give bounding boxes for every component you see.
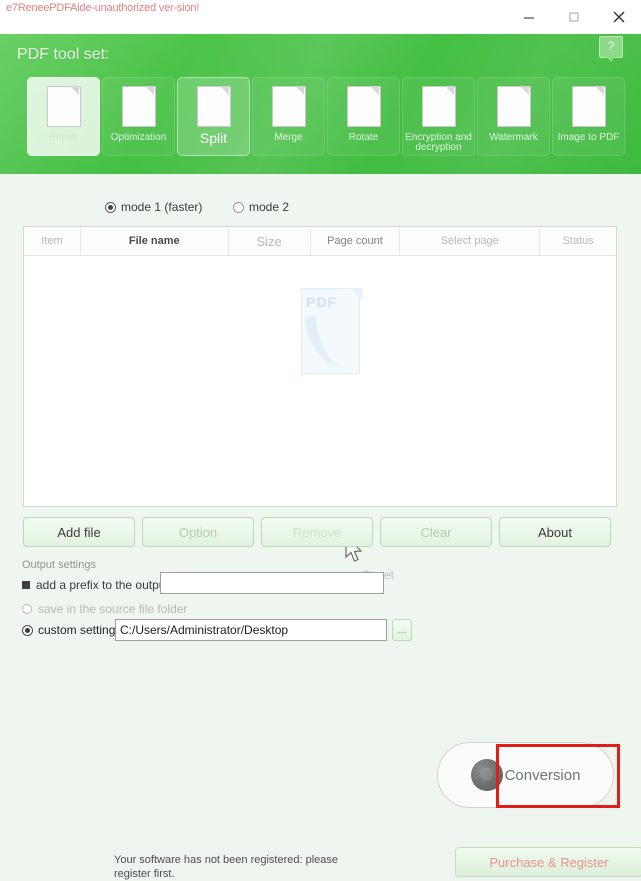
- help-icon[interactable]: ?: [599, 36, 623, 62]
- conversion-area: Conversion: [437, 742, 620, 808]
- tool-label: Optimization: [110, 132, 167, 143]
- tool-repair[interactable]: Repair: [27, 77, 100, 156]
- close-button[interactable]: [596, 0, 641, 34]
- tool-label: Image to PDF: [557, 132, 620, 143]
- checkbox-icon: [22, 581, 30, 589]
- radio-mode-2[interactable]: mode 2: [233, 200, 289, 214]
- save-in-source-folder-radio[interactable]: save in the source file folder: [22, 602, 187, 616]
- custom-settings-radio[interactable]: custom settings: [22, 623, 121, 637]
- tool-optimization[interactable]: Optimization: [102, 77, 175, 156]
- browse-folder-button[interactable]: ...: [392, 619, 412, 641]
- radio-label: mode 1 (faster): [121, 200, 203, 214]
- custom-settings-label: custom settings: [38, 623, 122, 637]
- tool-watermark[interactable]: Watermark: [477, 77, 550, 156]
- column-header-file-name[interactable]: File name: [81, 227, 229, 255]
- tool-label: Encryption and decryption: [405, 132, 472, 153]
- radio-dot-icon: [105, 201, 116, 213]
- clear-button[interactable]: Clear: [380, 517, 492, 547]
- tool-set: Repair Optimization Split Merge Rotate E…: [27, 77, 625, 156]
- repair-gear-icon: [43, 85, 85, 127]
- minimize-button[interactable]: [506, 0, 551, 34]
- lock-folder-icon: [418, 85, 460, 127]
- option-button[interactable]: Option: [142, 517, 254, 547]
- window-title: e7ReneePDFAide-unauthorized ver-sion!: [6, 2, 200, 14]
- conversion-label: Conversion: [504, 766, 581, 784]
- add-file-button[interactable]: Add file: [23, 517, 135, 547]
- tool-label: Merge: [274, 132, 303, 143]
- radio-mode-1[interactable]: mode 1 (faster): [105, 200, 202, 214]
- minimize-icon: [523, 17, 534, 19]
- radio-dot-icon: [22, 624, 33, 636]
- tool-encryption-decryption[interactable]: Encryption and decryption: [402, 77, 475, 156]
- title-bar: e7ReneePDFAide-unauthorized ver-sion!: [0, 0, 641, 35]
- source-folder-label: save in the source file folder: [38, 602, 188, 616]
- tool-label: Split: [199, 130, 228, 146]
- rotate-arrow-icon: P: [343, 85, 385, 127]
- file-list[interactable]: Item File name Size Page count Select pa…: [23, 226, 617, 507]
- page-title: PDF tool set:: [17, 46, 110, 63]
- scissors-document-icon: [193, 85, 235, 127]
- picture-frames-icon: [493, 85, 535, 127]
- empty-state-pdf-icon: PDF: [301, 288, 367, 376]
- purchase-register-button[interactable]: Purchase & Register: [455, 847, 641, 877]
- radio-dot-icon: [22, 604, 32, 614]
- output-settings-label: Output settings: [22, 559, 96, 571]
- tool-image-to-pdf[interactable]: PDF JPG Image to PDF: [552, 77, 625, 156]
- toolbar-header: PDF tool set: ? Repair Optimization Spli…: [0, 34, 641, 174]
- conversion-icon: [470, 759, 503, 791]
- output-path-input[interactable]: [115, 619, 387, 641]
- puzzle-icon: [268, 85, 310, 127]
- tool-label: Watermark: [489, 132, 538, 143]
- radio-dot-icon: [233, 201, 244, 213]
- action-buttons: Add file Option Remove Clear About: [23, 517, 617, 547]
- main-content: mode 1 (faster) mode 2 Item File name Si…: [0, 174, 641, 880]
- file-list-body[interactable]: PDF: [24, 256, 616, 507]
- pdf-label: PDF: [306, 294, 337, 310]
- column-header-size[interactable]: Size: [229, 227, 311, 255]
- window-controls: [506, 0, 641, 34]
- prefix-input[interactable]: [160, 572, 384, 594]
- file-list-header: Item File name Size Page count Select pa…: [24, 227, 616, 256]
- maximize-icon: [568, 12, 579, 22]
- image-to-pdf-icon: PDF JPG: [568, 85, 610, 127]
- tool-split[interactable]: Split: [177, 77, 250, 156]
- column-header-page-count[interactable]: Page count: [311, 227, 401, 255]
- maximize-button[interactable]: [551, 0, 596, 34]
- tool-rotate[interactable]: P Rotate: [327, 77, 400, 156]
- rocket-icon: [118, 85, 160, 127]
- column-header-status[interactable]: Status: [540, 227, 616, 255]
- radio-label: mode 2: [249, 200, 290, 214]
- conversion-button[interactable]: Conversion: [437, 742, 614, 808]
- tool-merge[interactable]: Merge: [252, 77, 325, 156]
- tool-label: Rotate: [348, 132, 379, 143]
- about-button[interactable]: About: [499, 517, 611, 547]
- column-header-select-page[interactable]: Select page: [400, 227, 541, 255]
- column-header-item[interactable]: Item: [24, 227, 81, 255]
- close-icon: [613, 11, 624, 23]
- remove-button[interactable]: Remove: [261, 517, 373, 547]
- registration-notice: Your software has not been registered: p…: [114, 854, 339, 880]
- tool-label: Repair: [48, 132, 79, 143]
